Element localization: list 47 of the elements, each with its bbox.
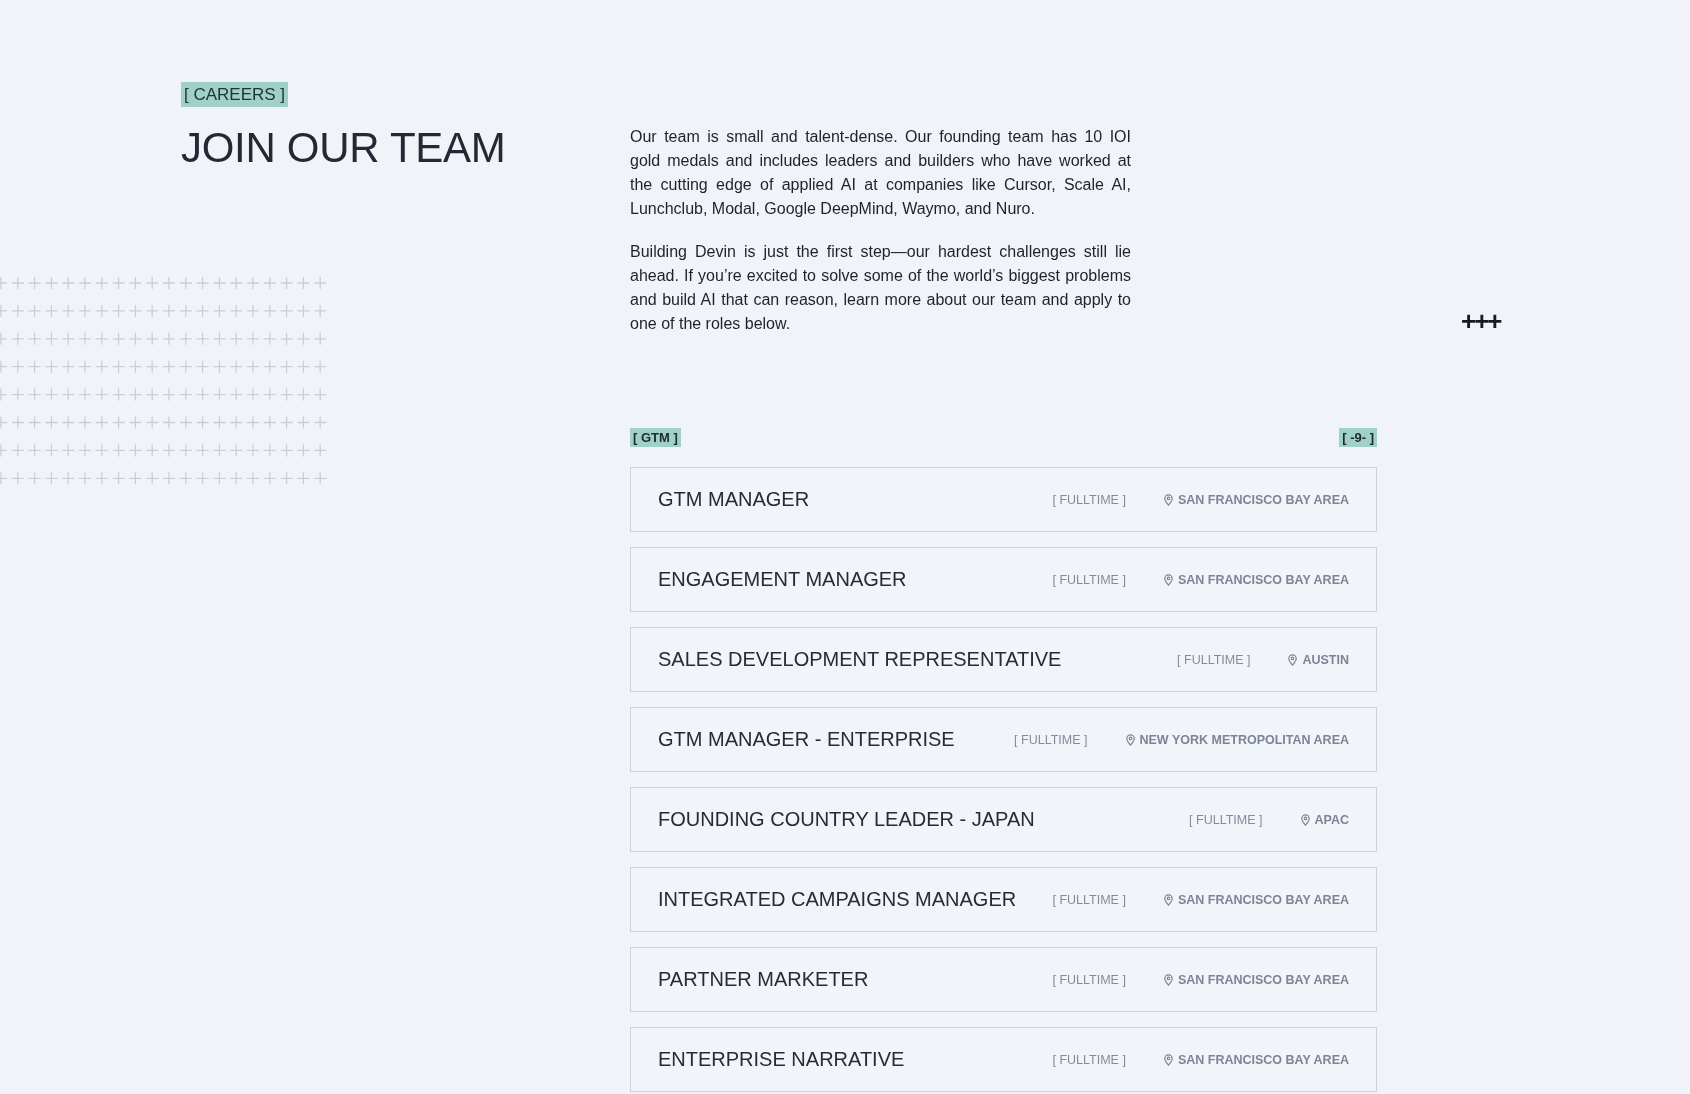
- job-location: AUSTIN: [1302, 652, 1349, 667]
- map-pin-icon: [1163, 973, 1173, 986]
- job-location: SAN FRANCISCO BAY AREA: [1177, 972, 1349, 987]
- map-pin-icon: [1300, 813, 1310, 826]
- employment-type: [ FULLTIME ]: [1052, 572, 1126, 587]
- section-tag: [ CAREERS ]: [181, 82, 289, 107]
- intro-paragraph: Building Devin is just the first step—our hardest challenges still lie ahead. If you’re excited to solve some of the world’s biggest problems and build AI that can reason, learn more about our team and apply to one of the roles below.: [630, 242, 1131, 334]
- job-row[interactable]: GTM MANAGER - ENTERPRISE [ FULLTIME ] NEW YORK METROPOLITAN AREA: [630, 707, 1377, 772]
- intro-paragraph: Our team is small and talent-dense. Our founding team has 10 IOI gold medals and includes leaders and builders who have worked at the cutting edge of applied AI at companies like Cursor, Scale AI, Lunchclub, Modal, Google DeepMind, Waymo, and Nuro.: [630, 127, 1131, 219]
- employment-type: [ FULLTIME ]: [1052, 972, 1126, 987]
- job-title: FOUNDING COUNTRY LEADER - JAPAN: [658, 808, 1035, 831]
- employment-type: [ FULLTIME ]: [1189, 812, 1263, 827]
- job-row[interactable]: ENGAGEMENT MANAGER [ FULLTIME ] SAN FRANCISCO BAY AREA: [630, 547, 1377, 612]
- category-tag: [ GTM ]: [630, 428, 681, 447]
- employment-type: [ FULLTIME ]: [1052, 892, 1126, 907]
- map-pin-icon: [1125, 733, 1135, 746]
- employment-type: [ FULLTIME ]: [1014, 732, 1088, 747]
- map-pin-icon: [1288, 653, 1298, 666]
- map-pin-icon: [1163, 893, 1173, 906]
- job-row[interactable]: FOUNDING COUNTRY LEADER - JAPAN [ FULLTIME ] APAC: [630, 787, 1377, 852]
- job-row[interactable]: INTEGRATED CAMPAIGNS MANAGER [ FULLTIME ] SAN FRANCISCO BAY AREA: [630, 867, 1377, 932]
- job-location: NEW YORK METROPOLITAN AREA: [1139, 732, 1349, 747]
- job-title: ENGAGEMENT MANAGER: [658, 568, 907, 591]
- map-pin-icon: [1163, 1053, 1173, 1066]
- job-location: SAN FRANCISCO BAY AREA: [1177, 492, 1349, 507]
- job-title: INTEGRATED CAMPAIGNS MANAGER: [658, 888, 1017, 911]
- employment-type: [ FULLTIME ]: [1177, 652, 1251, 667]
- employment-type: [ FULLTIME ]: [1052, 492, 1126, 507]
- job-location: APAC: [1314, 812, 1349, 827]
- job-title: PARTNER MARKETER: [658, 968, 869, 991]
- plus-signs: +++: [1461, 308, 1501, 334]
- job-row[interactable]: PARTNER MARKETER [ FULLTIME ] SAN FRANCISCO BAY AREA: [630, 947, 1377, 1012]
- job-location: SAN FRANCISCO BAY AREA: [1177, 1052, 1349, 1067]
- job-title: SALES DEVELOPMENT REPRESENTATIVE: [658, 648, 1062, 671]
- page-title: JOIN OUR TEAM: [181, 123, 506, 173]
- map-pin-icon: [1163, 573, 1173, 586]
- employment-type: [ FULLTIME ]: [1052, 1052, 1126, 1067]
- job-title: GTM MANAGER: [658, 488, 810, 511]
- job-row[interactable]: SALES DEVELOPMENT REPRESENTATIVE [ FULLTIME ] AUSTIN: [630, 627, 1377, 692]
- map-pin-icon: [1163, 493, 1173, 506]
- job-location: SAN FRANCISCO BAY AREA: [1177, 572, 1349, 587]
- job-count-tag: [ -9- ]: [1339, 428, 1377, 447]
- job-location: SAN FRANCISCO BAY AREA: [1177, 892, 1349, 907]
- job-title: GTM MANAGER - ENTERPRISE: [658, 728, 955, 751]
- job-row[interactable]: ENTERPRISE NARRATIVE [ FULLTIME ] SAN FRANCISCO BAY AREA: [630, 1027, 1377, 1092]
- job-title: ENTERPRISE NARRATIVE: [658, 1048, 905, 1071]
- job-row[interactable]: GTM MANAGER [ FULLTIME ] SAN FRANCISCO BAY AREA: [630, 467, 1377, 532]
